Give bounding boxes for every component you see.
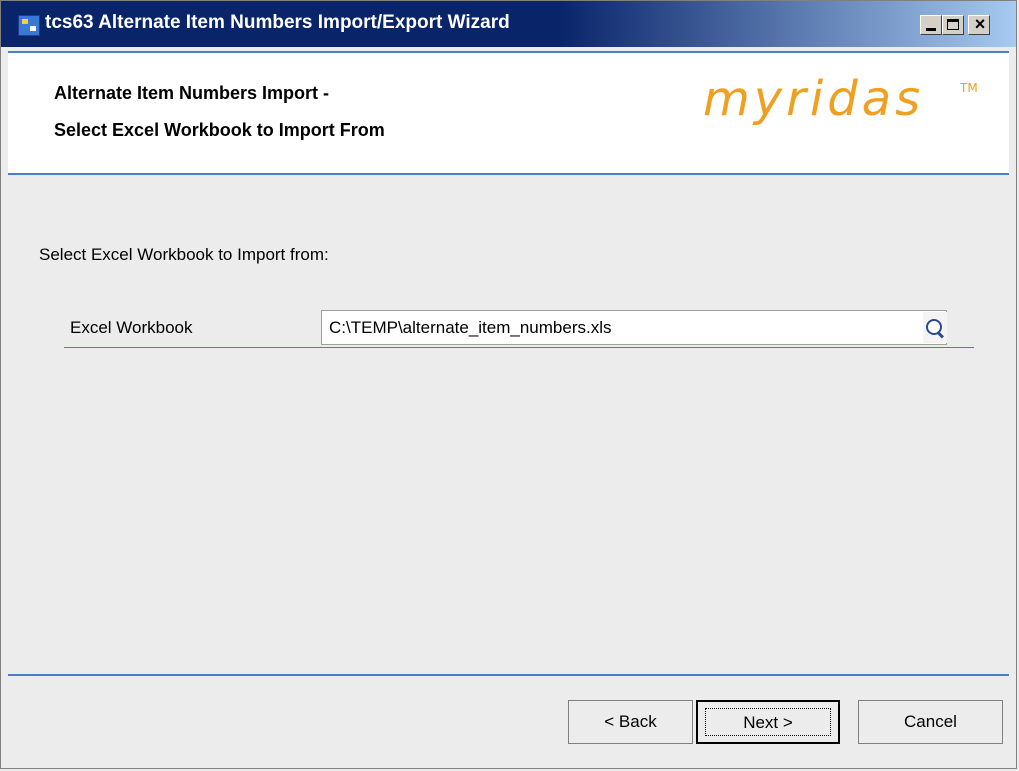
- focus-rectangle: [705, 708, 831, 736]
- close-icon: ×: [974, 14, 986, 34]
- wizard-step-title: Alternate Item Numbers Import -: [54, 83, 330, 103]
- title-bar[interactable]: tcs63 Alternate Item Numbers Import/Expo…: [1, 1, 1016, 47]
- next-button[interactable]: Next >: [696, 700, 840, 744]
- back-button[interactable]: < Back: [568, 700, 693, 744]
- footer-divider: [8, 674, 1009, 676]
- browse-workbook-button[interactable]: [923, 312, 947, 343]
- maximize-icon: [947, 19, 959, 30]
- app-icon[interactable]: [18, 15, 40, 36]
- cancel-button[interactable]: Cancel: [858, 700, 1003, 744]
- minimize-button[interactable]: [920, 15, 942, 35]
- myridas-logo: myridas: [703, 71, 925, 127]
- wizard-header: Alternate Item Numbers Import - Select E…: [8, 51, 1009, 175]
- excel-workbook-input[interactable]: [321, 310, 947, 345]
- instruction-text: Select Excel Workbook to Import from:: [39, 245, 329, 264]
- wizard-step-subtitle: Select Excel Workbook to Import From: [54, 120, 385, 140]
- window-title: tcs63 Alternate Item Numbers Import/Expo…: [45, 12, 510, 33]
- maximize-button[interactable]: [942, 15, 964, 35]
- field-divider: [64, 347, 974, 348]
- trademark-mark: TM: [960, 81, 978, 95]
- close-button[interactable]: ×: [968, 14, 990, 35]
- wizard-window: tcs63 Alternate Item Numbers Import/Expo…: [0, 0, 1017, 769]
- minimize-icon: [926, 28, 936, 31]
- search-icon-handle: [936, 331, 945, 339]
- excel-workbook-label: Excel Workbook: [70, 318, 193, 337]
